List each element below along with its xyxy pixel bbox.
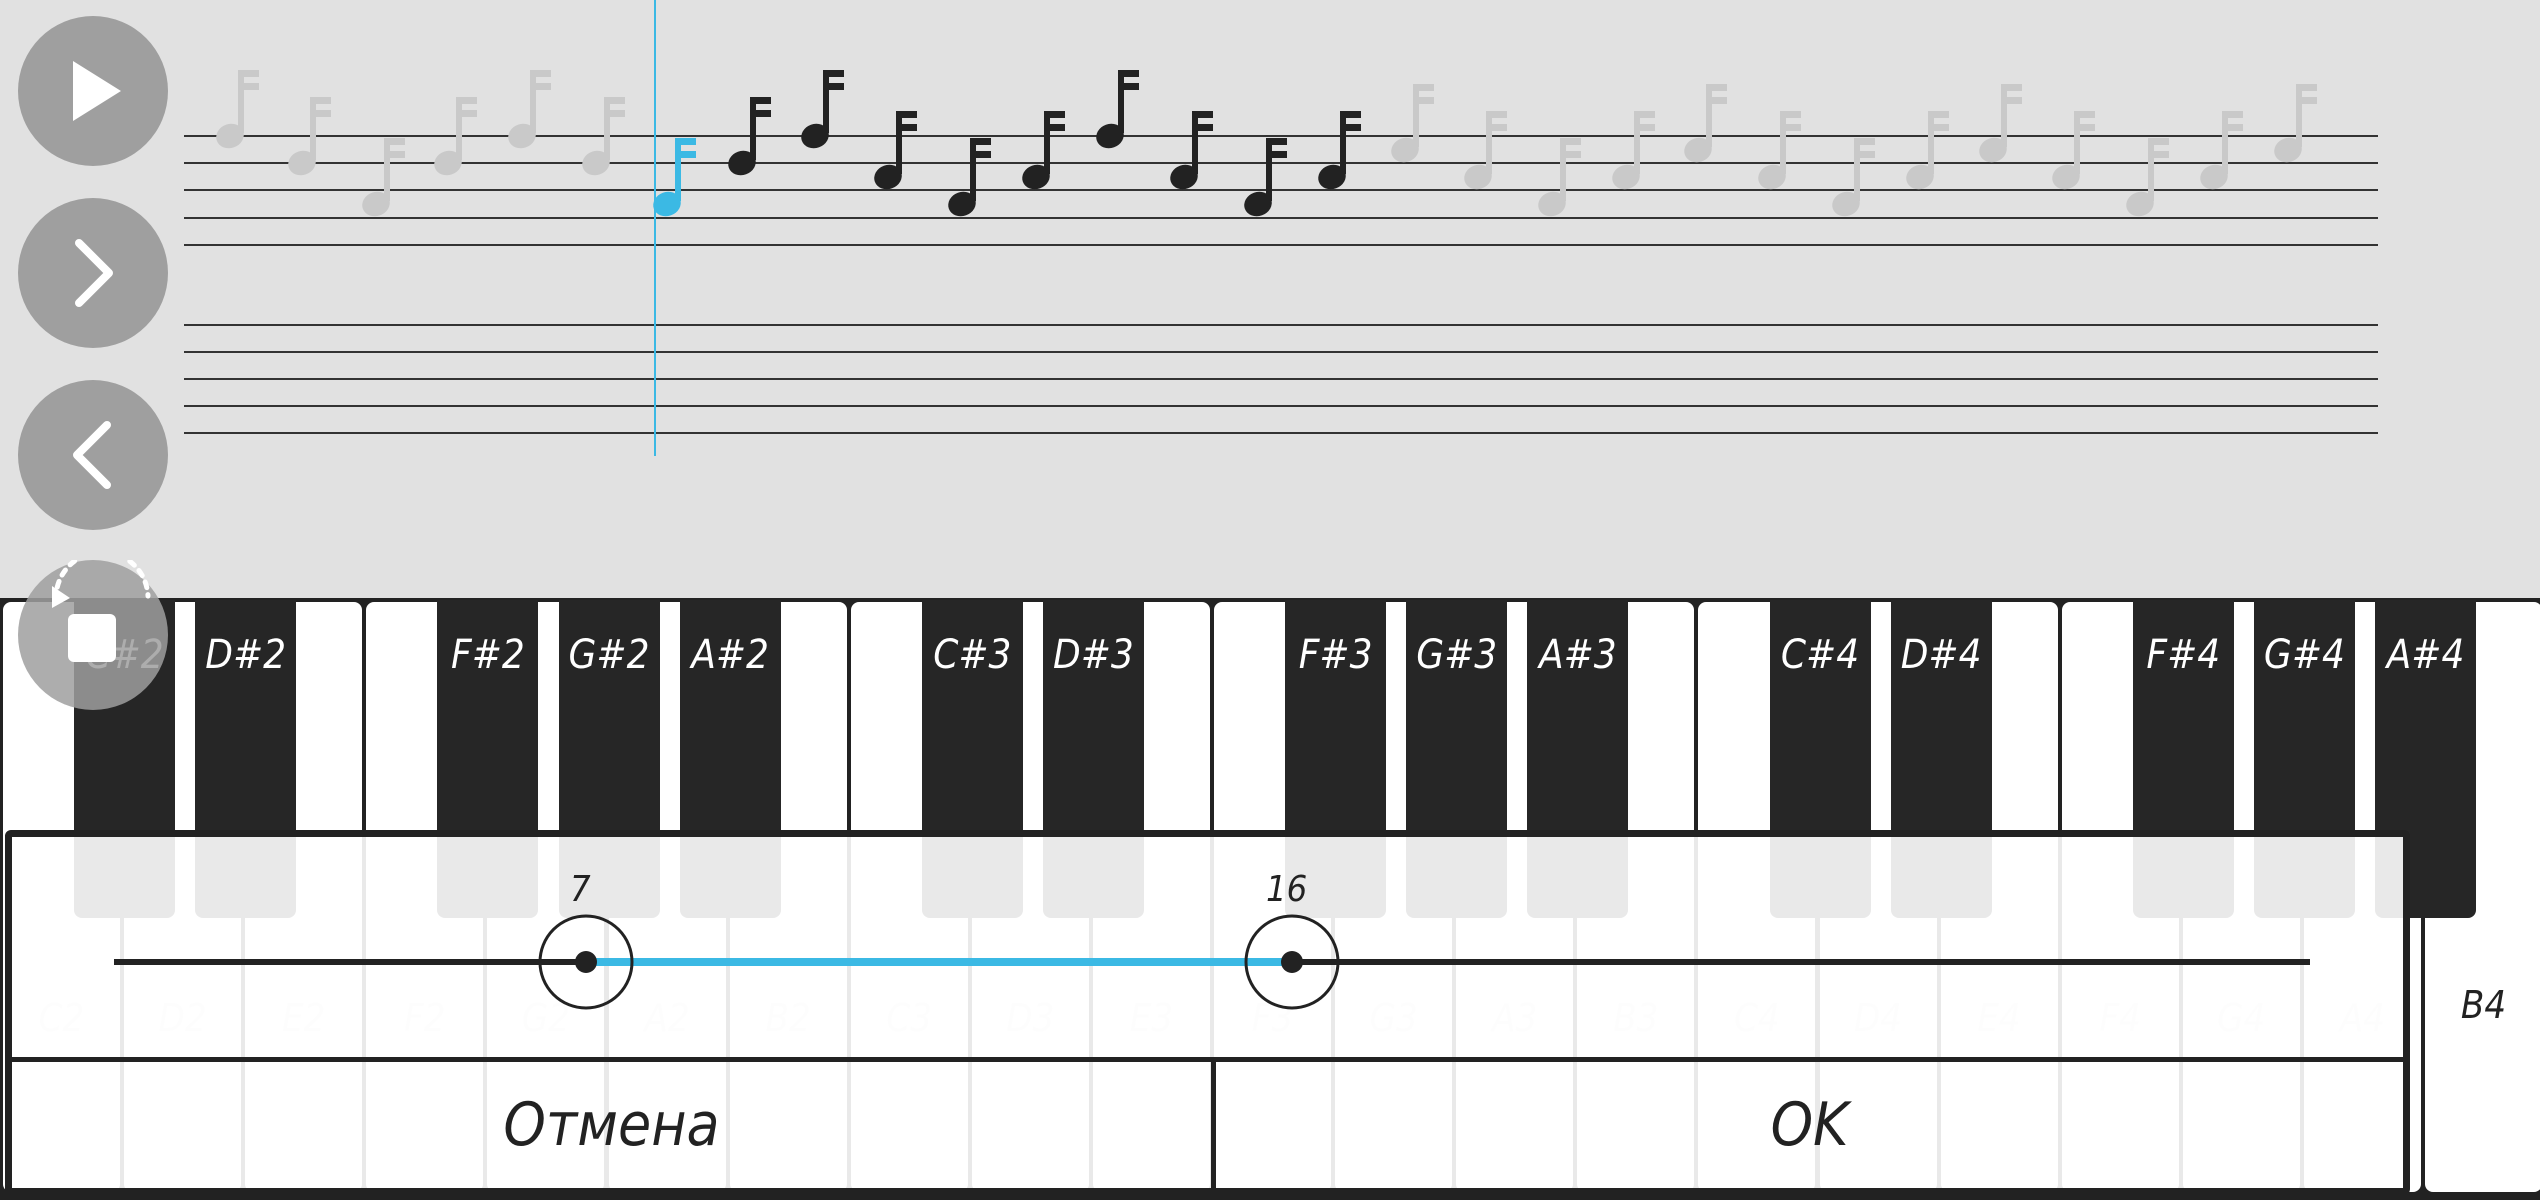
sixteenth-note bbox=[1244, 138, 1287, 217]
sixteenth-note bbox=[2126, 138, 2169, 217]
black-key-label: G#3 bbox=[1416, 632, 1498, 678]
sixteenth-note bbox=[1906, 111, 1949, 190]
sixteenth-note bbox=[1538, 138, 1581, 217]
notes-sequence bbox=[216, 70, 2317, 217]
sixteenth-note bbox=[728, 97, 771, 176]
black-key-label: A#2 bbox=[691, 632, 769, 678]
sixteenth-note bbox=[1612, 111, 1655, 190]
sixteenth-note bbox=[1758, 111, 1801, 190]
sixteenth-note bbox=[801, 70, 844, 149]
black-key-label: D#2 bbox=[205, 632, 287, 678]
black-key-label: A#4 bbox=[2386, 632, 2465, 678]
white-key-label: B4 bbox=[2460, 983, 2507, 1027]
sixteenth-note bbox=[582, 97, 625, 176]
sixteenth-note bbox=[1684, 84, 1727, 163]
chevron-left-icon bbox=[73, 421, 111, 489]
loop-stop-icon bbox=[52, 549, 151, 662]
min-value-label: 7 bbox=[570, 869, 591, 910]
chevron-right-icon bbox=[75, 239, 113, 307]
sixteenth-note bbox=[948, 138, 991, 217]
range-slider[interactable] bbox=[12, 837, 2403, 1057]
sixteenth-note bbox=[508, 70, 551, 149]
sixteenth-note bbox=[1464, 111, 1507, 190]
staff-lines bbox=[184, 135, 2378, 434]
sixteenth-note bbox=[2274, 84, 2317, 163]
play-button[interactable] bbox=[18, 16, 168, 166]
next-button[interactable] bbox=[18, 198, 168, 348]
black-key-label: C#4 bbox=[1780, 632, 1860, 678]
black-key-label: F#3 bbox=[1298, 632, 1373, 678]
sixteenth-note bbox=[1979, 84, 2022, 163]
sixteenth-note bbox=[2052, 111, 2095, 190]
sixteenth-note bbox=[362, 138, 405, 217]
black-key-label: F#2 bbox=[451, 632, 525, 678]
cancel-button[interactable]: Отмена bbox=[12, 1062, 1211, 1188]
previous-button[interactable] bbox=[18, 380, 168, 530]
sixteenth-note bbox=[653, 138, 696, 217]
play-icon bbox=[73, 61, 121, 121]
sixteenth-note bbox=[874, 111, 917, 190]
black-key-label: C#3 bbox=[933, 632, 1012, 678]
sixteenth-note bbox=[1318, 111, 1361, 190]
sixteenth-note bbox=[1832, 138, 1875, 217]
sixteenth-note bbox=[1391, 84, 1434, 163]
sixteenth-note bbox=[2200, 111, 2243, 190]
sixteenth-note bbox=[1170, 111, 1213, 190]
sixteenth-note bbox=[216, 70, 259, 149]
range-dialog: 7 16 Отмена OK bbox=[5, 830, 2410, 1195]
sixteenth-note bbox=[434, 97, 477, 176]
app-screen: C2D2E2F2G2A2B2C3D3E3F3G3A3B3C4D4E4F4G4A4… bbox=[0, 0, 2540, 1200]
max-value-label: 16 bbox=[1266, 869, 1308, 910]
black-key-label: G#2 bbox=[568, 632, 650, 678]
black-key-label: D#3 bbox=[1053, 632, 1134, 678]
sixteenth-note bbox=[288, 97, 331, 176]
black-key-label: F#4 bbox=[2146, 632, 2221, 678]
black-key-label: A#3 bbox=[1538, 632, 1617, 678]
sixteenth-note bbox=[1096, 70, 1139, 149]
black-key-label: G#4 bbox=[2263, 632, 2345, 678]
sixteenth-note bbox=[1022, 111, 1065, 190]
music-staff bbox=[184, 0, 2378, 456]
black-key-label: D#4 bbox=[1900, 632, 1982, 678]
ok-button[interactable]: OK bbox=[1216, 1062, 2403, 1188]
loop-button[interactable] bbox=[18, 549, 168, 710]
